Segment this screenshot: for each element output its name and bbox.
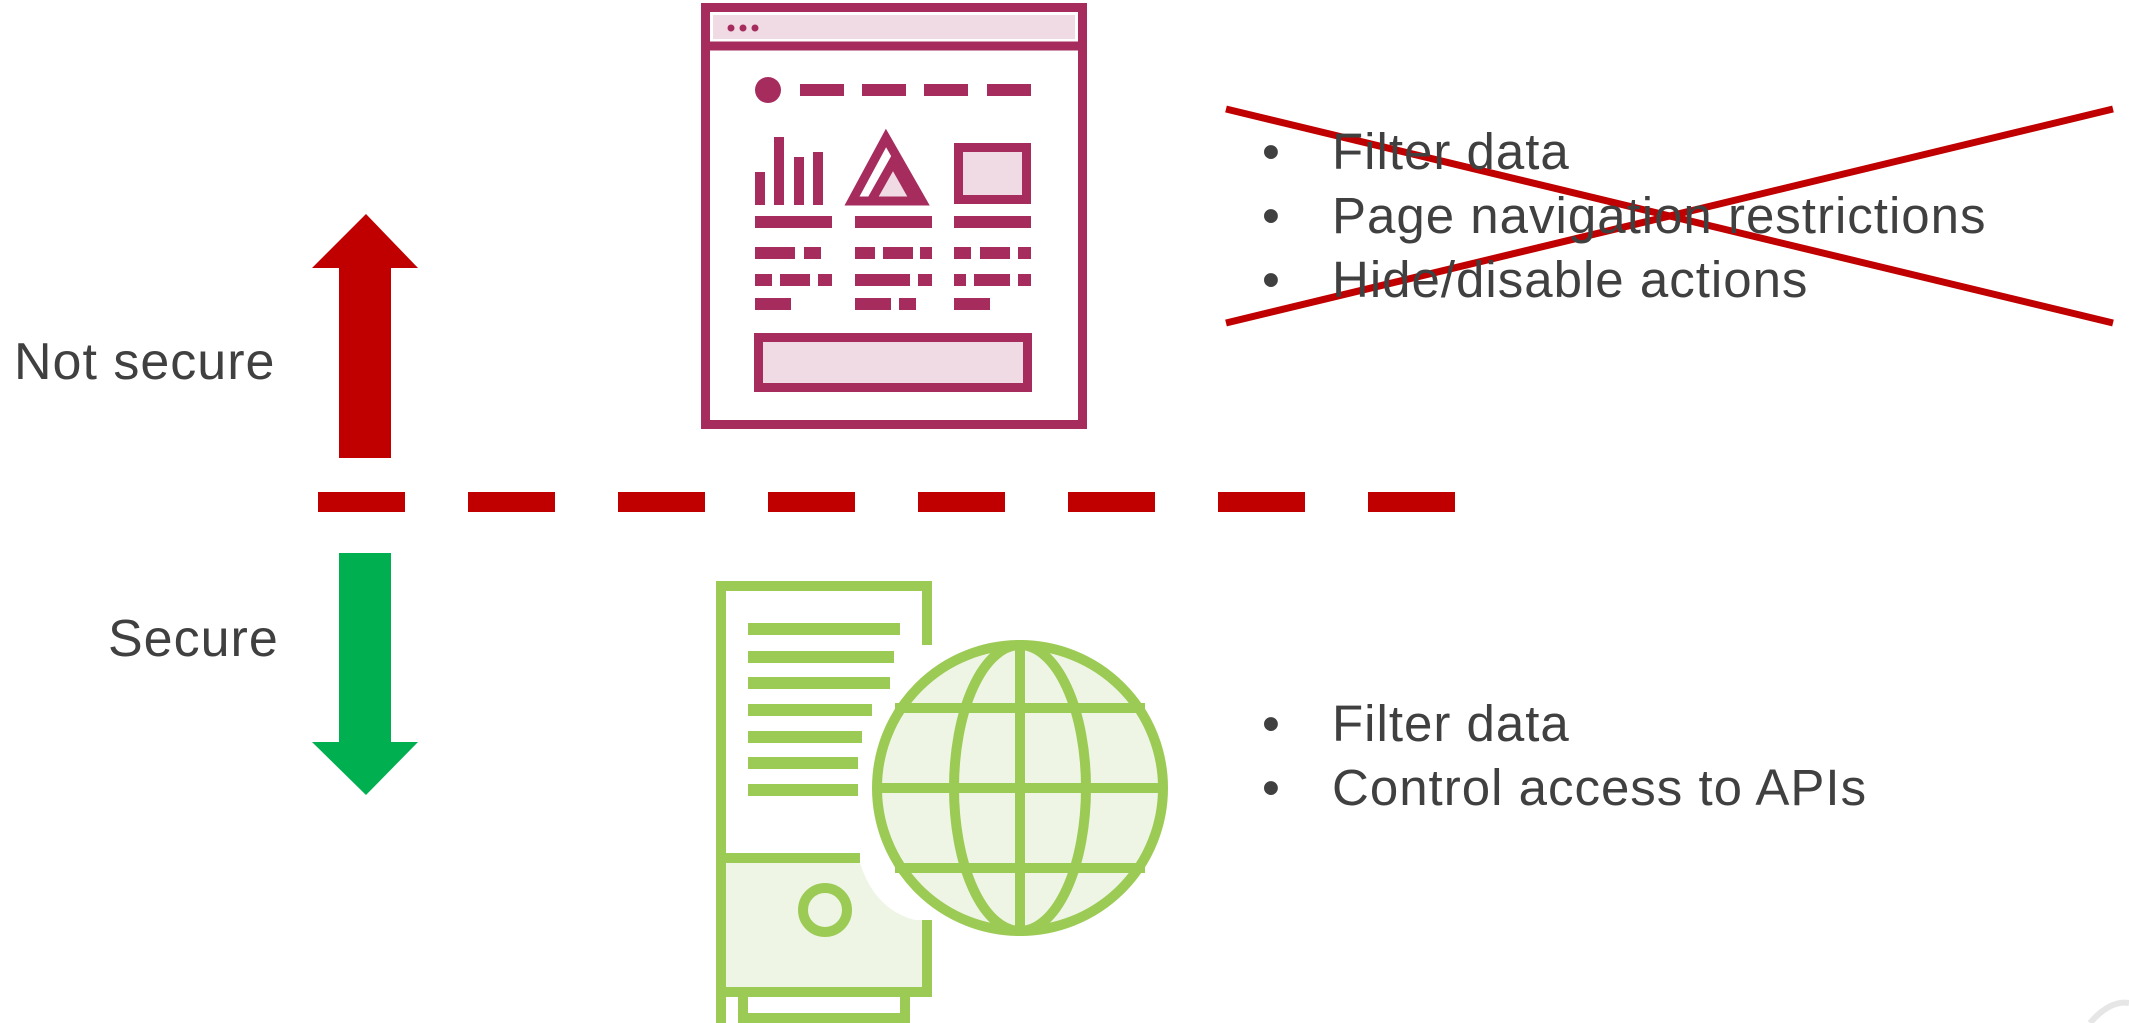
- list-item: Control access to APIs: [1262, 756, 1867, 820]
- arrow-up-icon: [312, 214, 418, 458]
- list-item: Filter data: [1262, 692, 1867, 756]
- arrow-down-icon: [312, 553, 418, 795]
- not-secure-label: Not secure: [14, 333, 276, 391]
- list-item: Hide/disable actions: [1262, 248, 1987, 312]
- server-side-list: Filter data Control access to APIs: [1262, 692, 1867, 820]
- list-item: Page navigation restrictions: [1262, 184, 1987, 248]
- server-globe-icon: [716, 581, 1175, 1023]
- list-item: Filter data: [1262, 120, 1987, 184]
- client-side-list: Filter data Page navigation restrictions…: [1262, 120, 1987, 312]
- security-boundary-line: [318, 492, 1458, 512]
- secure-label: Secure: [108, 610, 279, 668]
- web-page-icon: [701, 3, 1087, 429]
- corner-mark: [2087, 999, 2129, 1023]
